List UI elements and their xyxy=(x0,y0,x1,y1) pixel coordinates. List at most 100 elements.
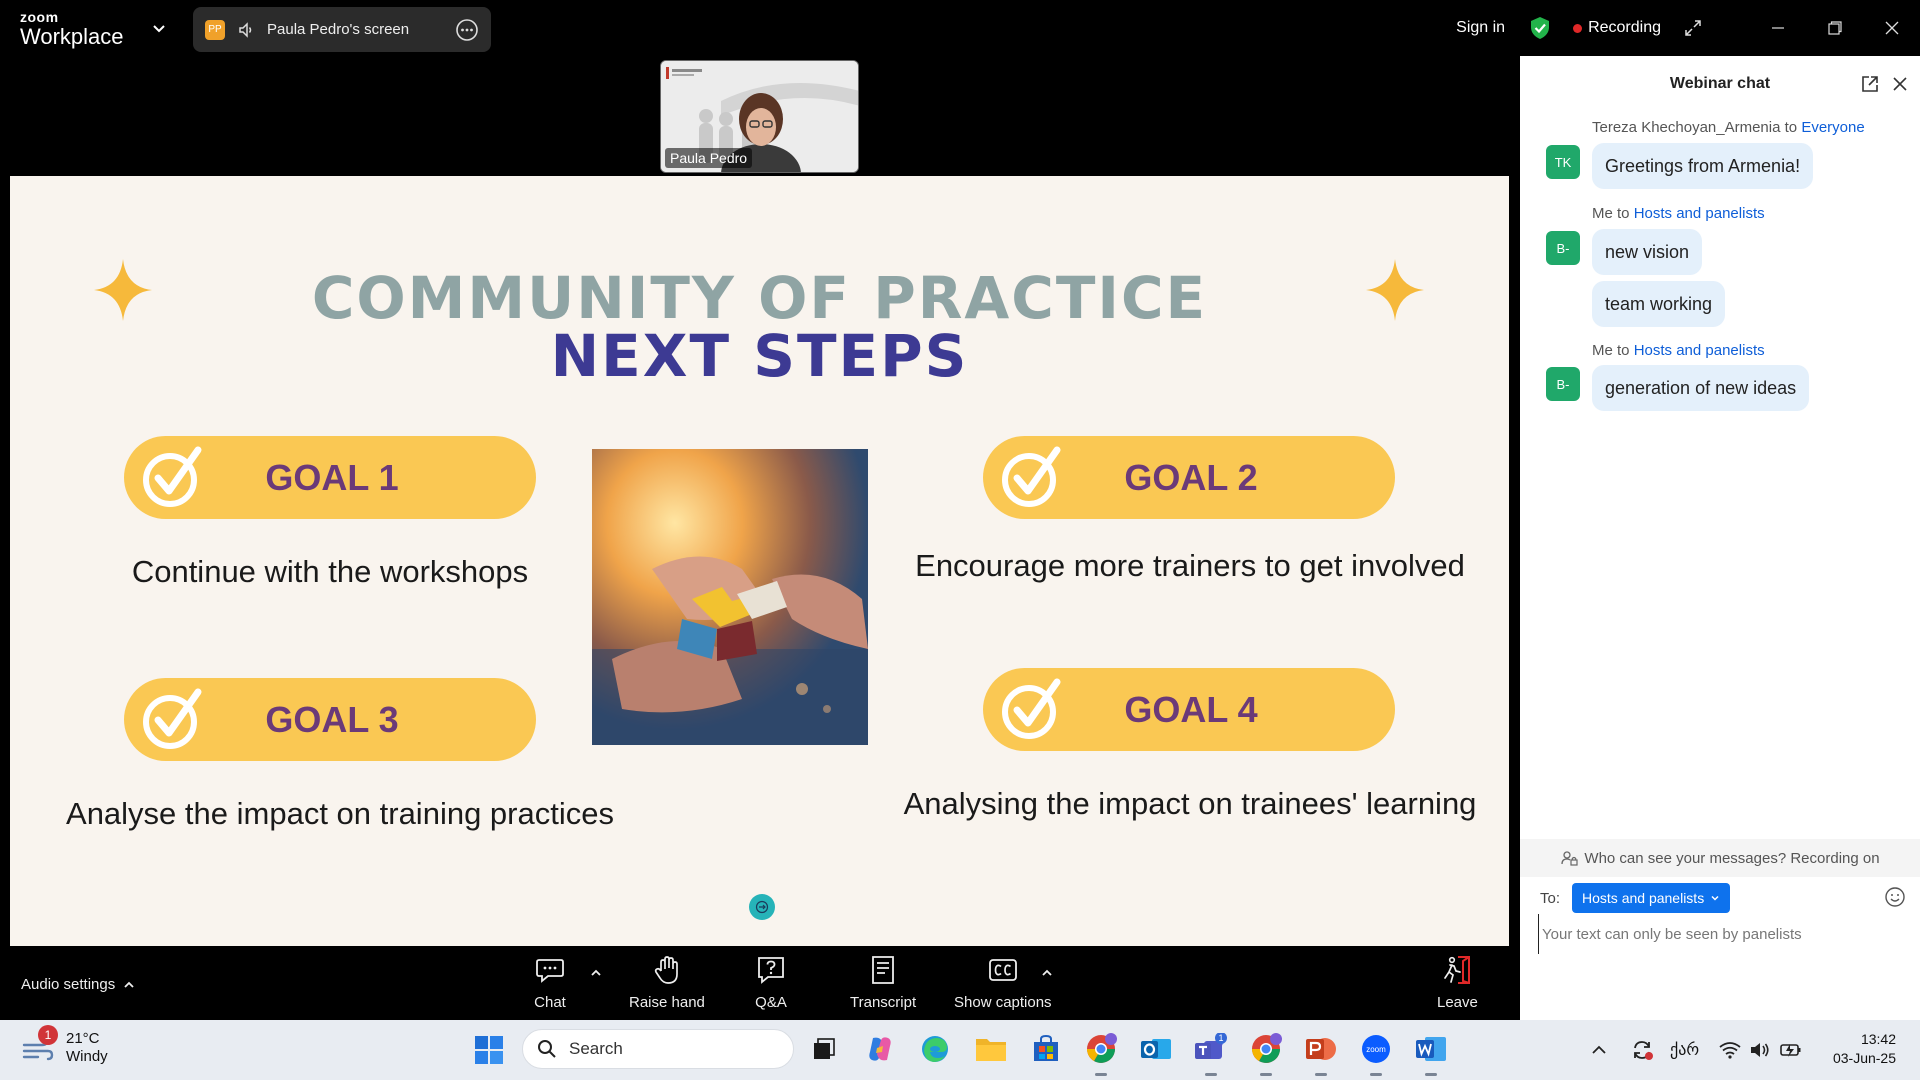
svg-text:zoom: zoom xyxy=(1366,1045,1386,1054)
popout-icon[interactable] xyxy=(1860,74,1880,94)
edge-icon xyxy=(922,1036,948,1062)
qa-label: Q&A xyxy=(755,994,787,1011)
audio-settings-button[interactable]: Audio settings xyxy=(21,976,135,993)
running-indicator xyxy=(1425,1073,1437,1076)
powerpoint-icon xyxy=(1306,1038,1336,1060)
chrome-app-2[interactable] xyxy=(1248,1031,1284,1076)
close-icon xyxy=(1885,21,1898,35)
teams-badge-count: 1 xyxy=(1218,1033,1223,1043)
goal-1-text: Continue with the workshops xyxy=(131,554,529,589)
checkmark-icon xyxy=(1002,678,1061,739)
chrome-app-1[interactable] xyxy=(1083,1031,1119,1076)
sync-icon[interactable] xyxy=(1630,1038,1654,1062)
store-app[interactable] xyxy=(1028,1031,1064,1067)
chat-icon xyxy=(536,959,564,983)
raise-hand-button[interactable]: Raise hand xyxy=(629,954,705,1011)
zoom-app[interactable]: zoom xyxy=(1358,1031,1394,1076)
file-explorer-app[interactable] xyxy=(973,1031,1009,1067)
recipient-row: To: Hosts and panelists xyxy=(1540,883,1731,913)
wifi-icon[interactable] xyxy=(1719,1041,1741,1059)
running-indicator xyxy=(1260,1073,1272,1076)
volume-icon[interactable] xyxy=(1749,1041,1771,1059)
goal-3-text: Analyse the impact on training practices xyxy=(66,796,614,831)
title-bar-right: Sign in Recording xyxy=(1456,0,1920,56)
system-clock[interactable]: 13:42 03-Jun-25 xyxy=(1833,1030,1896,1068)
chrome-icon xyxy=(1087,1033,1117,1063)
taskbar-search[interactable]: Search xyxy=(522,1029,794,1069)
title-bar: zoom Workplace PP Paula Pedro's screen S… xyxy=(0,0,1920,56)
zoom-icon: zoom xyxy=(1362,1035,1390,1063)
word-app[interactable] xyxy=(1413,1031,1449,1076)
meeting-controls: Audio settings Chat Raise hand Q&A Trans… xyxy=(0,946,1520,1020)
show-captions-button[interactable]: Show captions xyxy=(954,954,1052,1011)
brand-top: zoom xyxy=(20,9,59,25)
edge-app[interactable] xyxy=(917,1031,953,1067)
privacy-notice[interactable]: Who can see your messages? Recording on xyxy=(1520,839,1920,877)
shared-slide: COMMUNITY OF PRACTICE NEXT STEPS GOAL 1 … xyxy=(10,176,1509,946)
copilot-icon xyxy=(869,1037,891,1061)
battery-icon[interactable] xyxy=(1779,1041,1803,1059)
speaker-icon[interactable] xyxy=(237,21,255,39)
transcript-label: Transcript xyxy=(850,994,917,1011)
close-icon[interactable] xyxy=(1890,74,1910,94)
expand-icon[interactable] xyxy=(1683,18,1703,38)
weather-condition: Windy xyxy=(66,1048,108,1065)
slide-next-button[interactable] xyxy=(749,894,775,920)
message-bubble[interactable]: new vision xyxy=(1592,229,1703,275)
task-view-icon xyxy=(814,1038,835,1059)
powerpoint-app[interactable] xyxy=(1303,1031,1339,1076)
goal-3-pill: GOAL 3 xyxy=(124,678,536,761)
message-bubble[interactable]: generation of new ideas xyxy=(1592,365,1810,411)
emoji-icon[interactable] xyxy=(1884,886,1906,908)
goal-4-label: GOAL 4 xyxy=(1124,689,1258,730)
chat-label: Chat xyxy=(534,994,566,1011)
copilot-app[interactable] xyxy=(862,1031,898,1067)
leave-label: Leave xyxy=(1437,994,1478,1011)
chat-options-caret[interactable] xyxy=(589,966,603,980)
restore-button[interactable] xyxy=(1806,0,1863,56)
chevron-down-icon[interactable] xyxy=(150,19,168,37)
transcript-button[interactable]: Transcript xyxy=(850,954,916,1011)
running-indicator xyxy=(1315,1073,1327,1076)
checkmark-icon xyxy=(1002,446,1061,507)
chat-button[interactable]: Chat xyxy=(534,954,566,1011)
chevron-down-icon xyxy=(1711,895,1719,901)
participant-video[interactable]: Paula Pedro xyxy=(660,60,859,173)
to-label: To: xyxy=(1540,889,1561,907)
message-bubble[interactable]: team working xyxy=(1592,281,1726,327)
message-meta: Me to Hosts and panelists xyxy=(1592,205,1765,222)
weather-widget[interactable]: 1 21°C Windy xyxy=(20,1025,108,1066)
task-view-app[interactable] xyxy=(806,1031,842,1067)
checkmark-icon xyxy=(143,688,202,749)
hand-icon xyxy=(654,956,678,984)
windows-start-icon[interactable] xyxy=(474,1035,504,1065)
message-target: Hosts and panelists xyxy=(1633,342,1765,359)
clock-date: 03-Jun-25 xyxy=(1832,1049,1896,1066)
outlook-app[interactable] xyxy=(1138,1031,1174,1067)
recording-indicator[interactable]: Recording xyxy=(1573,19,1661,37)
temperature: 21°C xyxy=(66,1030,100,1047)
qa-button[interactable]: Q&A xyxy=(755,954,787,1011)
captions-options-caret[interactable] xyxy=(1040,966,1054,980)
chat-message-input[interactable] xyxy=(1538,914,1898,954)
sign-in-link[interactable]: Sign in xyxy=(1456,19,1505,37)
more-icon[interactable] xyxy=(455,18,479,42)
message-to-word: to xyxy=(1617,342,1630,359)
screen-share-indicator[interactable]: PP Paula Pedro's screen xyxy=(193,7,491,52)
presenter-avatar: PP xyxy=(205,19,225,40)
leave-button[interactable]: Leave xyxy=(1437,954,1478,1011)
shield-icon[interactable] xyxy=(1529,16,1551,40)
message-meta: Tereza Khechoyan_Armenia to Everyone xyxy=(1592,119,1865,136)
recipient-select[interactable]: Hosts and panelists xyxy=(1572,883,1731,913)
chrome-icon xyxy=(1252,1033,1282,1063)
language-indicator[interactable]: ქარ xyxy=(1670,1040,1699,1060)
recipient-selected: Hosts and panelists xyxy=(1582,890,1705,906)
teams-icon: 1 xyxy=(1195,1033,1227,1059)
minimize-button[interactable] xyxy=(1749,0,1806,56)
message-bubble[interactable]: Greetings from Armenia! xyxy=(1592,143,1814,189)
recording-label: Recording xyxy=(1588,19,1661,36)
teams-app[interactable]: 1 xyxy=(1193,1031,1229,1076)
close-window-button[interactable] xyxy=(1863,0,1920,56)
chevron-up-icon[interactable] xyxy=(1590,1041,1608,1059)
goal-2-pill: GOAL 2 xyxy=(983,436,1395,519)
